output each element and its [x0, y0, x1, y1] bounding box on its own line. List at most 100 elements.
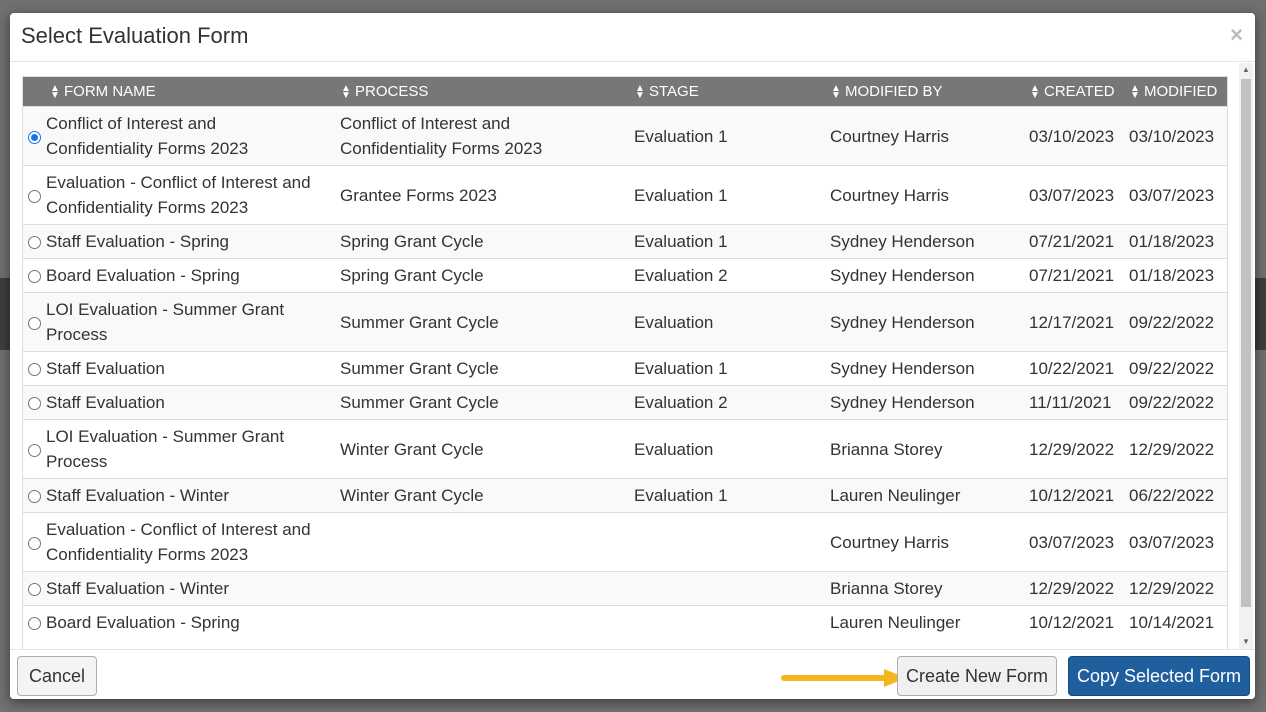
stage-cell	[634, 512, 830, 572]
select-cell[interactable]	[23, 571, 46, 606]
select-cell[interactable]	[23, 351, 46, 386]
create-new-form-button[interactable]: Create New Form	[897, 656, 1057, 696]
scroll-up-icon[interactable]: ▲	[1239, 63, 1253, 77]
form-radio-button[interactable]	[28, 270, 41, 284]
table-row[interactable]: Staff Evaluation Summer Grant Cycle Evalua…	[23, 351, 1227, 386]
created-cell: 11/11/2021	[1029, 385, 1129, 420]
process-cell: Summer Grant Cycle	[340, 351, 634, 386]
forms-table-container: ▲ ▼ FORM NAME ▲ ▼ PROCESS ▲ ▼ STAGE ▲ ▼ MODIFIED…	[22, 76, 1228, 649]
sort-icon: ▲ ▼	[831, 83, 841, 102]
table-body: Conflict of Interest and Confidentiality…	[23, 106, 1227, 639]
stage-cell: Evaluation 2	[634, 258, 830, 293]
table-row[interactable]: Staff Evaluation - Spring Spring Grant Cy…	[23, 224, 1227, 259]
form-radio-button[interactable]	[28, 316, 41, 330]
form-radio-button[interactable]	[28, 130, 41, 144]
created-cell: 07/21/2021	[1029, 224, 1129, 259]
form-radio-button[interactable]	[28, 397, 41, 411]
modal-body: ▲ ▼ FORM NAME ▲ ▼ PROCESS ▲ ▼ STAGE ▲ ▼ MODIFIED…	[10, 62, 1255, 649]
column-header-modified-by[interactable]: ▲ ▼ MODIFIED BY	[830, 77, 1029, 107]
form-name-cell: Conflict of Interest and Confidentiality…	[46, 106, 340, 166]
modified-by-cell: Brianna Storey	[830, 571, 1029, 606]
scroll-down-icon[interactable]: ▼	[1239, 635, 1253, 649]
created-cell: 12/29/2022	[1029, 571, 1129, 606]
form-name-cell: Staff Evaluation	[46, 385, 340, 420]
process-cell	[340, 571, 634, 606]
table-row[interactable]: LOI Evaluation - Summer Grant Process Sum…	[23, 292, 1227, 352]
form-radio-button[interactable]	[28, 363, 41, 377]
column-header-modified[interactable]: ▲ ▼ MODIFIED	[1129, 77, 1227, 107]
sort-icon: ▲ ▼	[50, 83, 60, 102]
sort-icon: ▲ ▼	[341, 83, 351, 102]
form-name-cell: Staff Evaluation - Spring	[46, 224, 340, 259]
form-radio-button[interactable]	[28, 583, 41, 597]
modal-title: Select Evaluation Form	[21, 23, 249, 48]
column-header-created[interactable]: ▲ ▼ CREATED	[1029, 77, 1129, 107]
table-row[interactable]: Evaluation - Conflict of Interest and Co…	[23, 512, 1227, 572]
modified-by-cell: Sydney Henderson	[830, 351, 1029, 386]
form-name-cell: Board Evaluation - Spring	[46, 605, 340, 639]
table-row[interactable]: Evaluation - Conflict of Interest and Co…	[23, 165, 1227, 225]
modal-header: Select Evaluation Form ×	[10, 13, 1255, 62]
select-cell[interactable]	[23, 385, 46, 420]
modified-by-cell: Sydney Henderson	[830, 385, 1029, 420]
select-cell[interactable]	[23, 605, 46, 639]
cancel-button[interactable]: Cancel	[17, 656, 97, 696]
created-cell: 12/29/2022	[1029, 419, 1129, 479]
form-radio-button[interactable]	[28, 443, 41, 457]
form-radio-button[interactable]	[28, 490, 41, 504]
column-header-process[interactable]: ▲ ▼ PROCESS	[340, 77, 634, 107]
process-cell: Summer Grant Cycle	[340, 292, 634, 352]
table-row[interactable]: Staff Evaluation - Winter Winter Grant Cy…	[23, 478, 1227, 513]
scroll-thumb[interactable]	[1241, 79, 1251, 607]
table-row[interactable]: Staff Evaluation Summer Grant Cycle Evalua…	[23, 385, 1227, 420]
form-radio-button[interactable]	[28, 536, 41, 550]
process-cell	[340, 512, 634, 572]
select-cell[interactable]	[23, 512, 46, 572]
form-radio-button[interactable]	[28, 236, 41, 250]
stage-cell	[634, 605, 830, 639]
sort-icon: ▲ ▼	[1130, 83, 1140, 102]
form-name-cell: LOI Evaluation - Summer Grant Process	[46, 292, 340, 352]
modified-cell: 03/07/2023	[1129, 165, 1227, 225]
select-cell[interactable]	[23, 106, 46, 166]
modified-cell: 09/22/2022	[1129, 385, 1227, 420]
process-cell: Grantee Forms 2023	[340, 165, 634, 225]
process-cell: Winter Grant Cycle	[340, 419, 634, 479]
stage-cell: Evaluation	[634, 419, 830, 479]
select-cell[interactable]	[23, 419, 46, 479]
form-radio-button[interactable]	[28, 617, 41, 631]
created-cell: 10/12/2021	[1029, 478, 1129, 513]
table-row[interactable]: Board Evaluation - Spring Lauren Neulinge…	[23, 605, 1227, 639]
sort-icon: ▲ ▼	[635, 83, 645, 102]
form-radio-button[interactable]	[28, 189, 41, 203]
stage-cell: Evaluation	[634, 292, 830, 352]
process-cell: Summer Grant Cycle	[340, 385, 634, 420]
modified-cell: 06/22/2022	[1129, 478, 1227, 513]
created-cell: 07/21/2021	[1029, 258, 1129, 293]
table-row[interactable]: Staff Evaluation - Winter Brianna Storey 1…	[23, 571, 1227, 606]
form-name-cell: Staff Evaluation - Winter	[46, 571, 340, 606]
modified-by-cell: Sydney Henderson	[830, 224, 1029, 259]
select-cell[interactable]	[23, 224, 46, 259]
select-cell[interactable]	[23, 258, 46, 293]
select-evaluation-form-dialog: Select Evaluation Form × ▲ ▼ FORM NAME ▲…	[10, 13, 1255, 699]
select-cell[interactable]	[23, 478, 46, 513]
column-header-stage[interactable]: ▲ ▼ STAGE	[634, 77, 830, 107]
process-cell: Spring Grant Cycle	[340, 224, 634, 259]
close-icon[interactable]: ×	[1230, 23, 1243, 47]
modified-cell: 10/14/2021	[1129, 605, 1227, 639]
created-cell: 10/12/2021	[1029, 605, 1129, 639]
modified-by-cell: Courtney Harris	[830, 165, 1029, 225]
copy-selected-form-button[interactable]: Copy Selected Form	[1068, 656, 1250, 696]
vertical-scrollbar[interactable]: ▲ ▼	[1239, 63, 1253, 649]
column-header-form-name[interactable]: ▲ ▼ FORM NAME	[46, 77, 340, 107]
table-row[interactable]: Conflict of Interest and Confidentiality…	[23, 106, 1227, 166]
select-cell[interactable]	[23, 165, 46, 225]
form-name-cell: Staff Evaluation	[46, 351, 340, 386]
pointer-arrow-icon	[781, 669, 906, 687]
form-name-cell: Evaluation - Conflict of Interest and Co…	[46, 165, 340, 225]
table-row[interactable]: LOI Evaluation - Summer Grant Process Win…	[23, 419, 1227, 479]
select-cell[interactable]	[23, 292, 46, 352]
table-row[interactable]: Board Evaluation - Spring Spring Grant Cy…	[23, 258, 1227, 293]
modified-by-cell: Brianna Storey	[830, 419, 1029, 479]
